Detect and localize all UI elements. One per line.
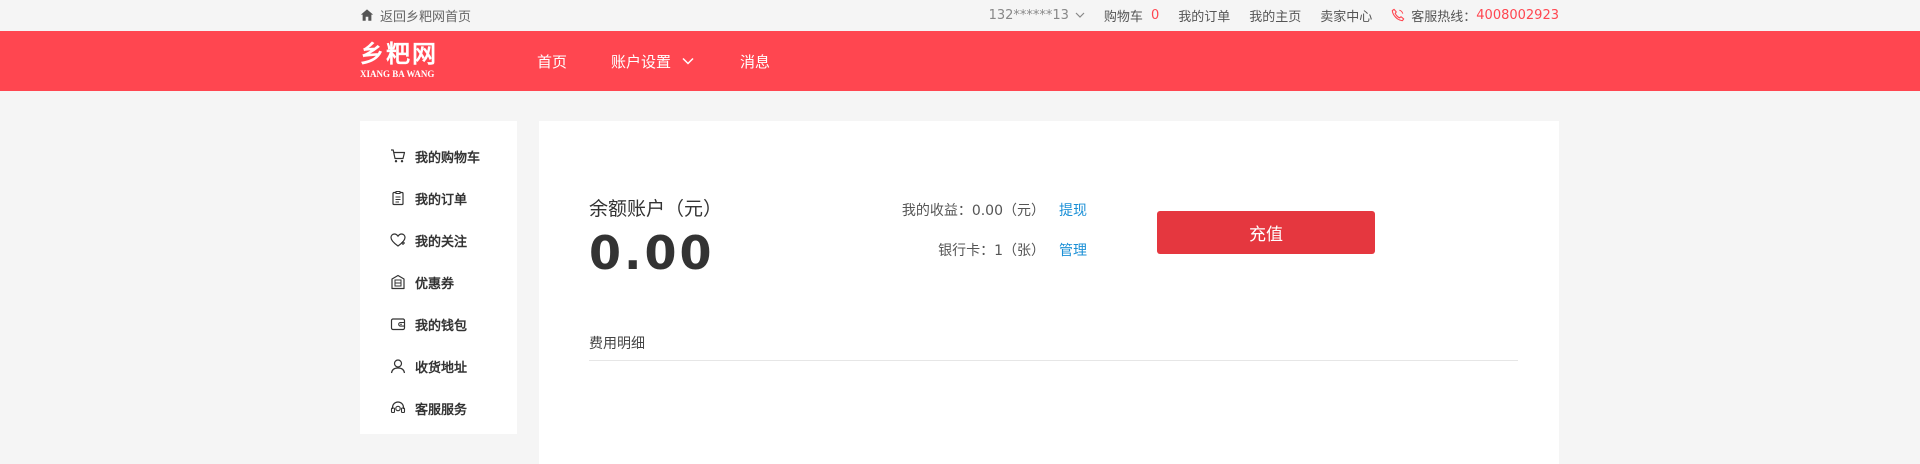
sidebar-item-wallet[interactable]: 我的钱包 xyxy=(360,303,517,345)
user-phone: 132******13 xyxy=(988,7,1069,23)
sidebar-item-orders[interactable]: 我的订单 xyxy=(360,177,517,219)
hotline-label: 客服热线： xyxy=(1411,9,1477,25)
main-nav: 首页 账户设置 消息 xyxy=(537,31,770,91)
sidebar-item-label: 收货地址 xyxy=(415,360,468,376)
nav-home[interactable]: 首页 xyxy=(537,51,567,72)
logo-chinese: 乡粑网 xyxy=(360,39,438,68)
customer-hotline: 客服热线： 4008002923 xyxy=(1391,6,1559,25)
account-stats: 我的收益：0.00（元） 提现 银行卡：1（张） 管理 xyxy=(789,199,1087,261)
sidebar-item-follows[interactable]: 我的关注 xyxy=(360,219,517,261)
seller-center-link[interactable]: 卖家中心 xyxy=(1320,6,1372,25)
sidebar-item-cart[interactable]: 我的购物车 xyxy=(360,135,517,177)
home-icon xyxy=(360,9,374,21)
sidebar-item-label: 我的钱包 xyxy=(415,318,468,334)
sidebar-item-label: 我的订单 xyxy=(415,192,468,208)
sidebar-item-label: 客服服务 xyxy=(415,402,468,418)
sidebar-item-service[interactable]: 客服服务 xyxy=(360,387,517,429)
top-right-links: 132******13 购物车 0 我的订单 我的主页 卖家中心 客服热线： 4… xyxy=(989,6,1559,25)
cart-icon xyxy=(391,149,406,163)
address-icon xyxy=(390,359,406,374)
wallet-icon xyxy=(390,318,406,331)
seller-center-label: 卖家中心 xyxy=(1320,9,1373,25)
nav-account-settings-label: 账户设置 xyxy=(611,52,672,71)
my-orders-link[interactable]: 我的订单 xyxy=(1178,6,1230,25)
withdraw-link[interactable]: 提现 xyxy=(1059,200,1087,220)
heart-icon xyxy=(390,233,406,247)
sidebar-item-address[interactable]: 收货地址 xyxy=(360,345,517,387)
expense-details-title: 费用明细 xyxy=(589,336,645,352)
cart-count-badge: 0 xyxy=(1150,7,1160,23)
bank-card-row: 银行卡：1（张） 管理 xyxy=(789,239,1087,261)
balance-label: 余额账户（元） xyxy=(589,198,723,220)
user-account-dropdown[interactable]: 132******13 xyxy=(989,8,1085,23)
wallet-panel: 余额账户（元） 0.00 我的收益：0.00（元） 提现 银行卡：1（张） 管理… xyxy=(539,121,1559,464)
nav-account-settings[interactable]: 账户设置 xyxy=(611,51,695,72)
sidebar-item-label: 优惠券 xyxy=(415,276,455,292)
headset-icon xyxy=(390,401,406,414)
cart-link[interactable]: 购物车 0 xyxy=(1104,6,1159,25)
manage-bank-card-link[interactable]: 管理 xyxy=(1059,240,1087,260)
top-utility-bar: 返回乡粑网首页 132******13 购物车 0 我的订单 我的主页 卖家中心… xyxy=(0,0,1920,31)
account-sidebar: 我的购物车 我的订单 我的关注 优惠券 我的钱包 收货地址 客服服务 xyxy=(360,121,517,434)
chevron-down-icon xyxy=(1075,12,1085,18)
balance-value: 0.00 xyxy=(589,226,715,280)
income-row: 我的收益：0.00（元） 提现 xyxy=(789,199,1087,221)
site-logo[interactable]: 乡粑网 XIANG BA WANG xyxy=(360,41,450,81)
bank-card-label: 银行卡：1（张） xyxy=(938,243,1045,259)
nav-home-label: 首页 xyxy=(537,52,568,71)
back-to-home-link[interactable]: 返回乡粑网首页 xyxy=(360,6,472,25)
my-orders-label: 我的订单 xyxy=(1178,9,1231,25)
coupon-icon xyxy=(391,274,405,290)
main-header: 乡粑网 XIANG BA WANG 首页 账户设置 消息 xyxy=(0,31,1920,91)
phone-icon xyxy=(1392,8,1405,22)
cart-label: 购物车 xyxy=(1103,9,1143,25)
my-home-link[interactable]: 我的主页 xyxy=(1249,6,1301,25)
chevron-down-icon xyxy=(682,57,694,65)
recharge-button[interactable]: 充值 xyxy=(1157,211,1375,254)
sidebar-item-label: 我的购物车 xyxy=(415,150,481,166)
divider xyxy=(589,360,1518,361)
sidebar-item-label: 我的关注 xyxy=(415,234,468,250)
order-icon xyxy=(392,191,404,206)
back-to-home-label: 返回乡粑网首页 xyxy=(380,9,472,25)
sidebar-item-coupons[interactable]: 优惠券 xyxy=(360,261,517,303)
nav-messages-label: 消息 xyxy=(740,52,771,71)
my-home-label: 我的主页 xyxy=(1249,9,1302,25)
hotline-number: 4008002923 xyxy=(1476,7,1559,23)
income-label: 我的收益：0.00（元） xyxy=(901,203,1045,219)
logo-english: XIANG BA WANG xyxy=(360,69,435,79)
nav-messages[interactable]: 消息 xyxy=(740,51,770,72)
